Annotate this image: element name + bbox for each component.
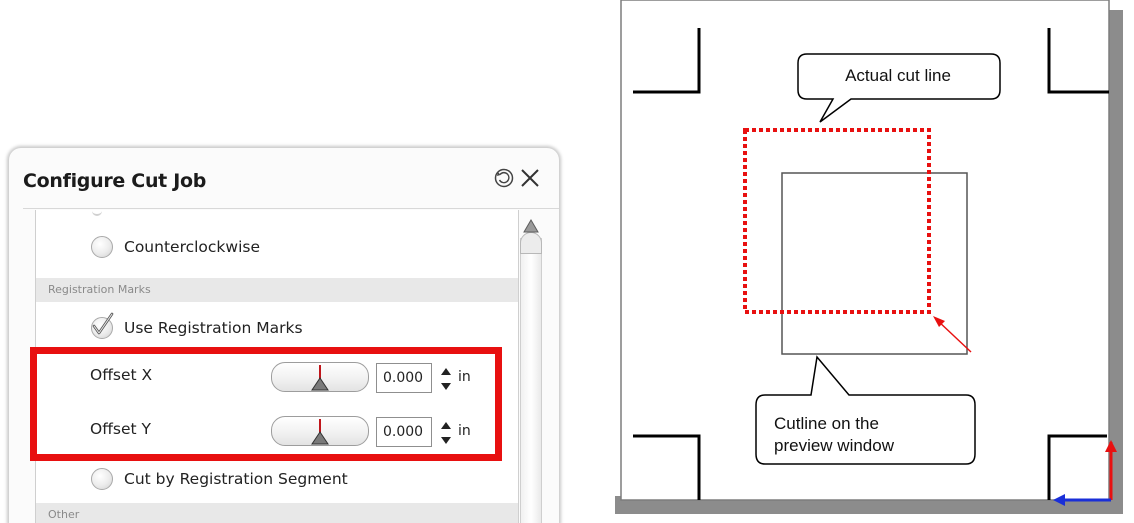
- callout-actual-text: Actual cut line: [845, 66, 951, 85]
- section-other: Other: [36, 503, 518, 523]
- section-registration-marks-label: Registration Marks: [48, 283, 151, 296]
- callout-preview-line2: preview window: [774, 436, 894, 455]
- close-icon[interactable]: [517, 165, 543, 191]
- section-registration-marks: Registration Marks: [36, 278, 518, 302]
- offset-highlight-box: [30, 347, 502, 461]
- callout-preview-text: Cutline on the preview window: [756, 413, 975, 457]
- callout-preview-line1: Cutline on the: [774, 414, 879, 433]
- reset-icon[interactable]: [491, 165, 517, 191]
- counterclockwise-radio[interactable]: [91, 236, 113, 258]
- configure-cut-job-dialog: Configure Cut Job Counterclockwise Regis…: [9, 148, 559, 523]
- scroll-up-icon[interactable]: [520, 217, 542, 237]
- cut-by-segment-checkbox[interactable]: [91, 468, 113, 490]
- use-registration-marks-label: Use Registration Marks: [124, 319, 303, 337]
- clipped-radio: [92, 206, 102, 216]
- dialog-title: Configure Cut Job: [23, 170, 207, 192]
- section-other-label: Other: [48, 508, 80, 521]
- title-divider: [23, 208, 559, 209]
- counterclockwise-label: Counterclockwise: [124, 238, 261, 256]
- cut-by-segment-label: Cut by Registration Segment: [124, 470, 348, 488]
- check-icon: [92, 312, 114, 335]
- scrollbar-track[interactable]: [520, 238, 542, 523]
